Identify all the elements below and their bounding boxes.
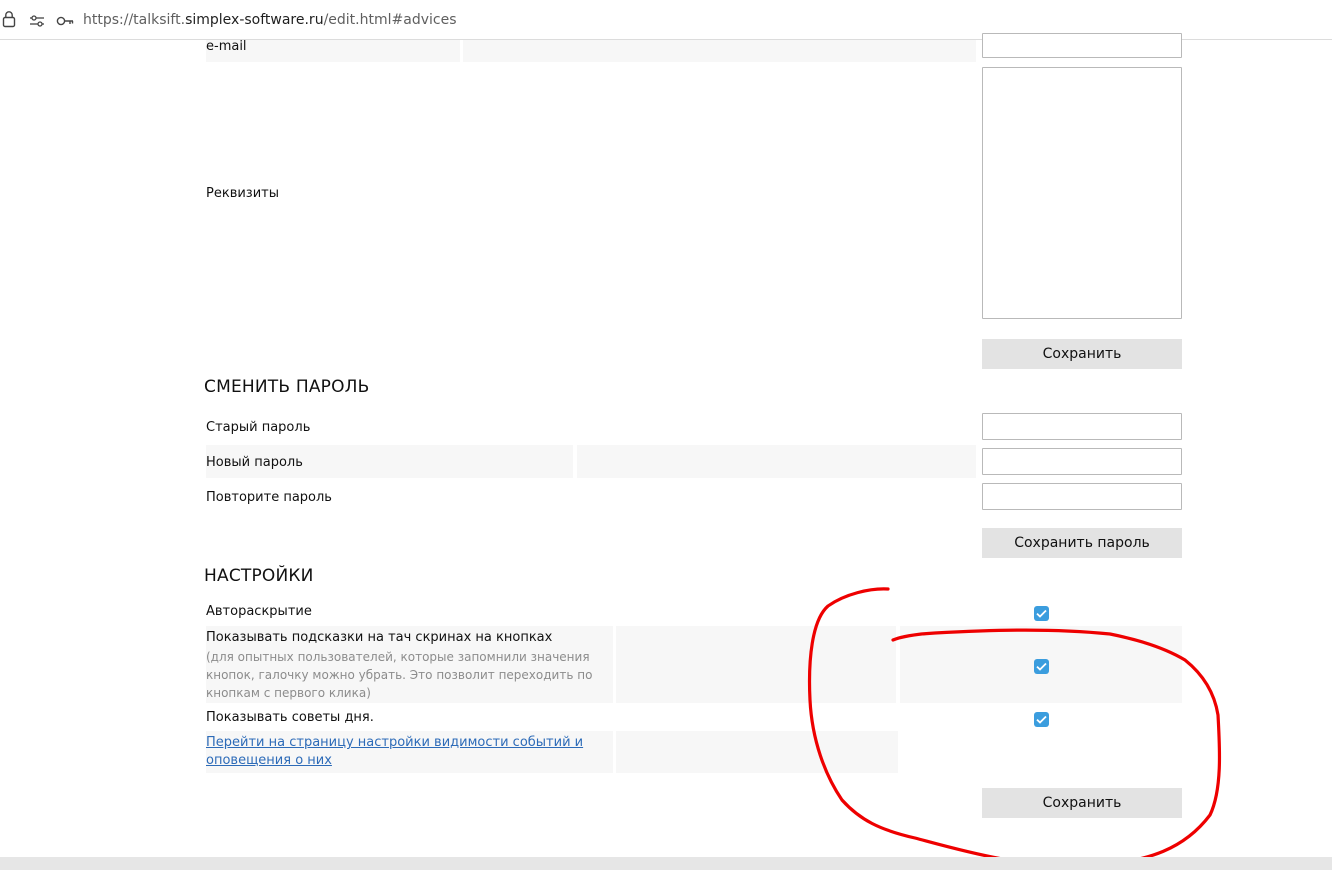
url-domain: simplex-software.ru <box>185 12 324 28</box>
save-profile-button[interactable]: Сохранить <box>982 339 1182 369</box>
requisites-label: Реквизиты <box>206 186 279 201</box>
requisites-textarea[interactable] <box>982 67 1182 319</box>
touch-hints-label: Показывать подсказки на тач скринах на к… <box>206 630 553 645</box>
page-footer-bar <box>0 857 1332 870</box>
email-row-bg-mid <box>463 40 976 62</box>
autoexpand-label: Автораскрытие <box>206 604 312 619</box>
email-field[interactable] <box>982 33 1182 58</box>
password-section-heading: СМЕНИТЬ ПАРОЛЬ <box>204 377 370 397</box>
new-password-row-bg-mid <box>577 445 976 478</box>
touch-hints-row-bg-mid <box>616 626 896 703</box>
old-password-label: Старый пароль <box>206 420 311 435</box>
new-password-label: Новый пароль <box>206 455 303 470</box>
repeat-password-field[interactable] <box>982 483 1182 510</box>
check-icon <box>1036 609 1047 618</box>
events-link-row-bg-mid <box>616 731 898 773</box>
autoexpand-checkbox[interactable] <box>1034 606 1049 621</box>
lock-icon[interactable] <box>2 10 16 32</box>
repeat-password-label: Повторите пароль <box>206 490 332 505</box>
url-prefix: https://talksift. <box>83 12 186 28</box>
settings-section-heading: НАСТРОЙКИ <box>204 566 314 586</box>
save-settings-button[interactable]: Сохранить <box>982 788 1182 818</box>
permissions-icon[interactable] <box>29 13 45 32</box>
email-label: e-mail <box>206 39 247 54</box>
key-icon[interactable] <box>56 13 74 32</box>
touch-hints-note: (для опытных пользователей, которые запо… <box>206 650 593 700</box>
url-text[interactable]: https://talksift.simplex-software.ru/edi… <box>83 12 457 28</box>
check-icon <box>1036 662 1047 671</box>
tips-checkbox[interactable] <box>1034 712 1049 727</box>
check-icon <box>1036 715 1047 724</box>
old-password-field[interactable] <box>982 413 1182 440</box>
touch-hints-checkbox[interactable] <box>1034 659 1049 674</box>
save-password-button[interactable]: Сохранить пароль <box>982 528 1182 558</box>
tips-label: Показывать советы дня. <box>206 710 374 725</box>
new-password-field[interactable] <box>982 448 1182 475</box>
events-settings-link[interactable]: Перейти на страницу настройки видимости … <box>206 734 606 770</box>
url-path: /edit.html#advices <box>323 12 457 28</box>
